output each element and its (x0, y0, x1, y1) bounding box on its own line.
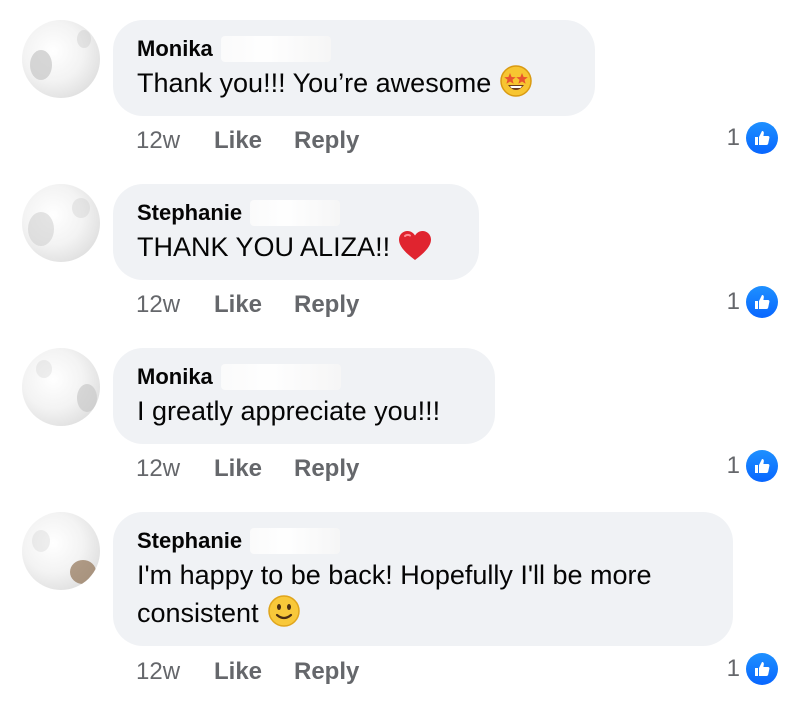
star-struck-emoji (499, 64, 533, 108)
avatar[interactable] (22, 512, 100, 590)
like-reaction-icon (746, 286, 778, 318)
comment-bubble: Stephanie THANK YOU ALIZA!! (113, 184, 479, 280)
commenter-name[interactable]: Stephanie (137, 200, 242, 226)
like-reaction-icon (746, 122, 778, 154)
like-button[interactable]: Like (214, 455, 294, 483)
commenter-name[interactable]: Monika (137, 364, 213, 390)
redacted-surname (250, 200, 341, 226)
reaction-summary[interactable]: 1 (727, 450, 778, 482)
reaction-summary[interactable]: 1 (727, 653, 778, 685)
reaction-summary[interactable]: 1 (727, 286, 778, 318)
redacted-surname (250, 528, 341, 554)
redacted-surname (220, 36, 331, 62)
reply-button[interactable]: Reply (294, 455, 359, 483)
comment-text: Thank you!!! You’re awesome (137, 64, 571, 108)
reaction-count: 1 (726, 452, 740, 479)
avatar[interactable] (22, 184, 100, 262)
like-button[interactable]: Like (214, 658, 294, 686)
comment-bubble: Monika Thank you!!! You’re awesome (113, 20, 595, 116)
like-reaction-icon (746, 653, 778, 685)
commenter-name[interactable]: Monika (137, 36, 213, 62)
commenter-name[interactable]: Stephanie (137, 528, 242, 554)
like-button[interactable]: Like (214, 127, 294, 155)
red-heart-emoji (398, 230, 432, 272)
like-button[interactable]: Like (214, 291, 294, 319)
redacted-surname (220, 364, 341, 390)
reply-button[interactable]: Reply (294, 291, 359, 319)
like-reaction-icon (746, 450, 778, 482)
comment-bubble: Stephanie I'm happy to be back! Hopefull… (113, 512, 733, 646)
comment-actions: 12w Like Reply (136, 291, 359, 319)
timestamp[interactable]: 12w (136, 658, 214, 686)
comment-text: I greatly appreciate you!!! (137, 396, 441, 426)
comment-text: I'm happy to be back! Hopefully I'll be … (137, 556, 709, 638)
comment-actions: 12w Like Reply (136, 658, 359, 686)
comment-text: THANK YOU ALIZA!! (137, 228, 455, 272)
reaction-count: 1 (726, 655, 740, 682)
timestamp[interactable]: 12w (136, 127, 214, 155)
avatar[interactable] (22, 20, 100, 98)
reaction-summary[interactable]: 1 (727, 122, 778, 154)
comment-bubble: Monika I greatly appreciate you!!! (113, 348, 495, 444)
slightly-smiling-face-emoji (267, 594, 301, 638)
reply-button[interactable]: Reply (294, 127, 359, 155)
reaction-count: 1 (726, 124, 740, 151)
comment-actions: 12w Like Reply (136, 455, 359, 483)
comment-actions: 12w Like Reply (136, 127, 359, 155)
timestamp[interactable]: 12w (136, 455, 214, 483)
avatar[interactable] (22, 348, 100, 426)
timestamp[interactable]: 12w (136, 291, 214, 319)
reply-button[interactable]: Reply (294, 658, 359, 686)
reaction-count: 1 (726, 288, 740, 315)
